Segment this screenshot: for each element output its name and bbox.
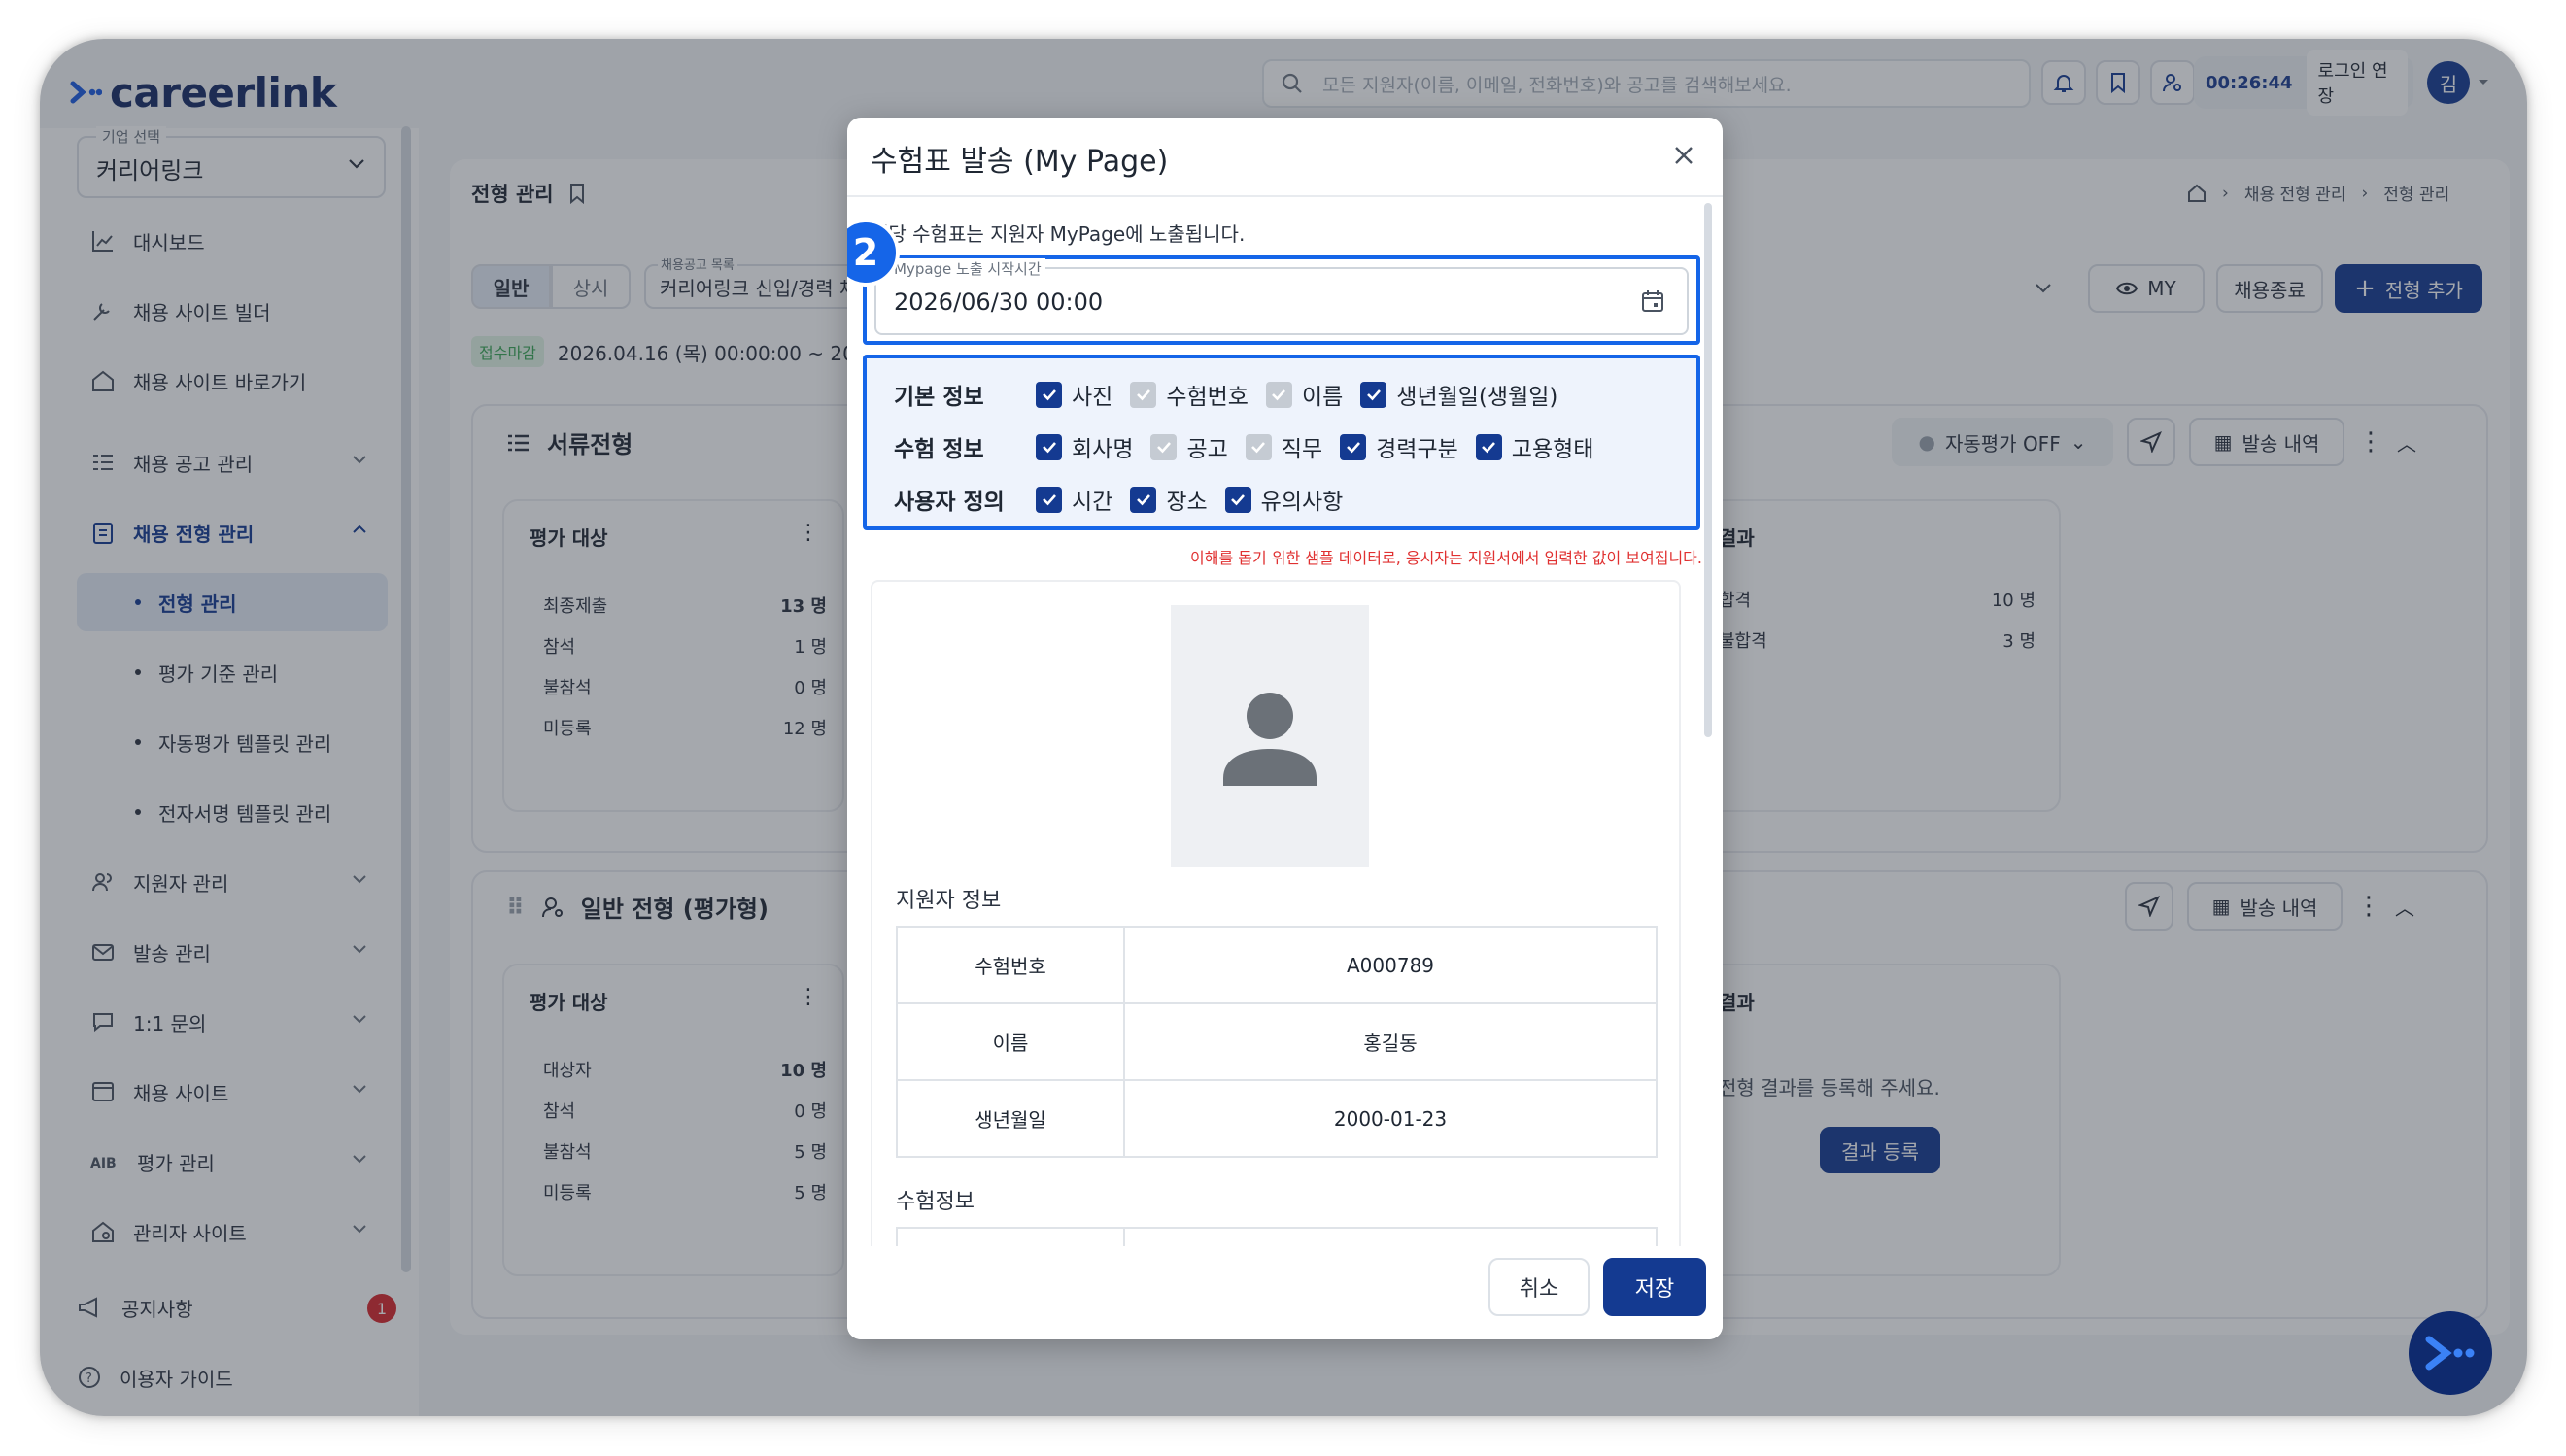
checkbox-label: 회사명 bbox=[1072, 437, 1134, 462]
divider bbox=[847, 195, 1723, 197]
checkbox-job: 직무 bbox=[1245, 430, 1323, 463]
mypage-start-date-field[interactable]: Mypage 노출 시작시간 2026/06/30 00:00 bbox=[874, 258, 1689, 335]
checkbox-label: 고용형태 bbox=[1511, 437, 1594, 462]
applicant-photo-placeholder bbox=[1171, 605, 1369, 867]
checkbox-company[interactable]: 회사명 bbox=[1036, 430, 1133, 463]
option-group-title: 수험 정보 bbox=[894, 437, 984, 462]
modal-scrollbar[interactable] bbox=[1704, 203, 1712, 737]
checkbox-label: 직무 bbox=[1281, 437, 1323, 462]
checkbox-checked-icon bbox=[1036, 433, 1062, 460]
close-icon[interactable] bbox=[1671, 143, 1696, 168]
save-button[interactable]: 저장 bbox=[1603, 1258, 1706, 1316]
checkbox-label: 사진 bbox=[1072, 385, 1113, 410]
checkbox-label: 시간 bbox=[1072, 490, 1113, 515]
checkbox-label: 장소 bbox=[1166, 490, 1208, 515]
date-field-label: Mypage 노출 시작시간 bbox=[890, 258, 1045, 279]
checkbox-name: 이름 bbox=[1265, 378, 1344, 411]
checkbox-career-type[interactable]: 경력구분 bbox=[1340, 430, 1458, 463]
app-window: careerlink 모든 지원자(이름, 이메일, 전화번호)와 공고를 검색… bbox=[40, 39, 2527, 1416]
modal-footer: 취소 저장 bbox=[847, 1246, 1723, 1339]
modal-title: 수험표 발송 (My Page) bbox=[871, 145, 1169, 179]
checkbox-checked-icon bbox=[1224, 486, 1251, 513]
applicant-info-table: 수험번호 A000789 이름 홍길동 생년월일 2000-01-23 bbox=[896, 926, 1658, 1158]
table-row: 수험번호 A000789 bbox=[896, 926, 1658, 1004]
checkbox-time[interactable]: 시간 bbox=[1036, 483, 1112, 516]
checkbox-label: 이름 bbox=[1301, 385, 1344, 410]
date-field-value: 2026/06/30 00:00 bbox=[894, 288, 1104, 316]
person-icon bbox=[1223, 693, 1317, 786]
admission-ticket-modal: 수험표 발송 (My Page) 해당 수험표는 지원자 MyPage에 노출됩… bbox=[847, 118, 1723, 1339]
checkbox-checked-icon bbox=[1036, 486, 1062, 513]
checkbox-label: 생년월일(생월일) bbox=[1396, 385, 1558, 410]
checkbox-checked-icon bbox=[1130, 486, 1157, 513]
checkbox-birthdate[interactable]: 생년월일(생월일) bbox=[1360, 378, 1557, 411]
checkbox-label: 경력구분 bbox=[1376, 437, 1458, 462]
checkbox-checked-icon bbox=[1475, 433, 1502, 460]
checkbox-label: 유의사항 bbox=[1260, 490, 1344, 515]
checkbox-notes[interactable]: 유의사항 bbox=[1224, 483, 1344, 516]
ticket-preview: 지원자 정보 수험번호 A000789 이름 홍길동 생년월일 2000-01-23 … bbox=[871, 580, 1681, 1279]
table-key: 이름 bbox=[896, 1002, 1125, 1081]
options-highlight-box: 기본 정보 사진 수험번호 이름 생년월일(생월일) 수험 정보 회사명 공고 … bbox=[863, 355, 1700, 530]
calendar-icon[interactable] bbox=[1640, 288, 1665, 314]
checkbox-checked-icon bbox=[1036, 381, 1062, 408]
option-group-exam: 수험 정보 회사명 공고 직무 경력구분 고용형태 bbox=[894, 430, 1611, 463]
checkbox-photo[interactable]: 사진 bbox=[1036, 378, 1112, 411]
checkbox-label: 공고 bbox=[1186, 437, 1228, 462]
checkbox-employment-type[interactable]: 고용형태 bbox=[1475, 430, 1594, 463]
checkbox-label: 수험번호 bbox=[1166, 385, 1249, 410]
table-key: 생년월일 bbox=[896, 1079, 1125, 1158]
table-value: A000789 bbox=[1123, 926, 1658, 1004]
checkbox-disabled-icon bbox=[1150, 433, 1178, 460]
assistant-fab[interactable] bbox=[2409, 1311, 2492, 1395]
cancel-button[interactable]: 취소 bbox=[1488, 1258, 1590, 1316]
checkbox-disabled-icon bbox=[1265, 381, 1292, 408]
table-value: 2000-01-23 bbox=[1123, 1079, 1658, 1158]
option-group-title: 사용자 정의 bbox=[894, 490, 1005, 515]
table-row: 이름 홍길동 bbox=[896, 1002, 1658, 1081]
checkbox-disabled-icon bbox=[1245, 433, 1272, 460]
checkbox-disabled-icon bbox=[1130, 381, 1157, 408]
checkbox-exam-number: 수험번호 bbox=[1130, 378, 1249, 411]
checkbox-checked-icon bbox=[1360, 381, 1387, 408]
sample-data-note: 이해를 돕기 위한 샘플 데이터로, 응시자는 지원서에서 입력한 값이 보여집… bbox=[1190, 549, 1702, 567]
option-group-title: 기본 정보 bbox=[894, 385, 984, 410]
assistant-logo-icon bbox=[2425, 1336, 2475, 1371]
checkbox-place[interactable]: 장소 bbox=[1130, 483, 1208, 516]
exam-info-title: 수험정보 bbox=[896, 1190, 975, 1214]
table-value: 홍길동 bbox=[1123, 1002, 1658, 1081]
checkbox-checked-icon bbox=[1340, 433, 1367, 460]
table-row: 생년월일 2000-01-23 bbox=[896, 1079, 1658, 1158]
applicant-info-title: 지원자 정보 bbox=[896, 889, 1002, 913]
option-group-custom: 사용자 정의 시간 장소 유의사항 bbox=[894, 483, 1360, 516]
modal-description: 해당 수험표는 지원자 MyPage에 노출됩니다. bbox=[871, 222, 1246, 246]
option-group-basic: 기본 정보 사진 수험번호 이름 생년월일(생월일) bbox=[894, 378, 1575, 411]
checkbox-posting: 공고 bbox=[1150, 430, 1228, 463]
table-key: 수험번호 bbox=[896, 926, 1125, 1004]
date-highlight-box: Mypage 노출 시작시간 2026/06/30 00:00 bbox=[863, 255, 1700, 345]
